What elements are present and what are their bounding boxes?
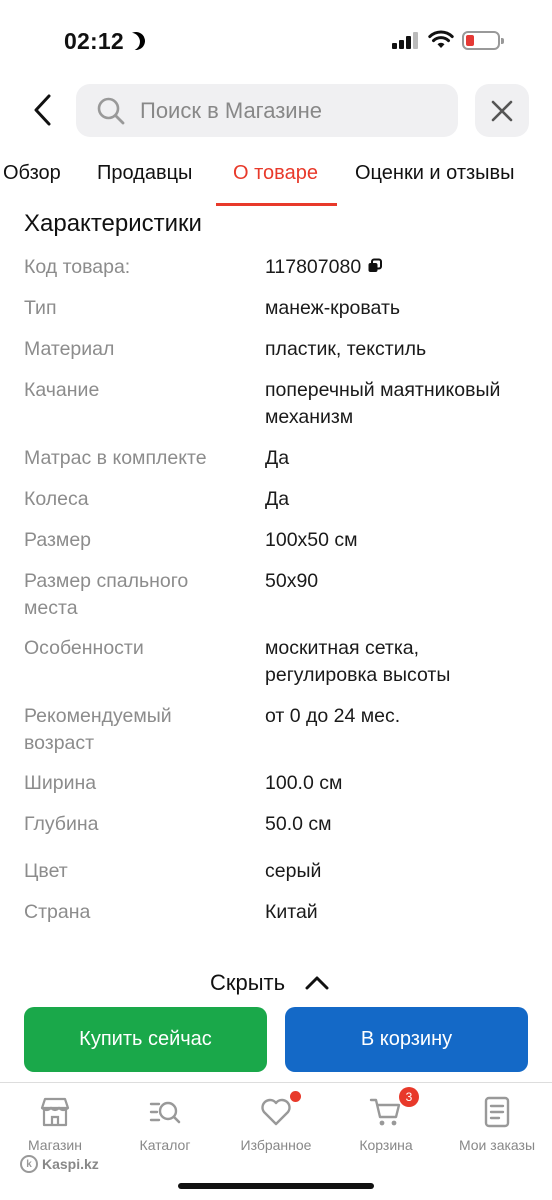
moon-icon: [124, 29, 147, 52]
nav-label: Каталог: [139, 1137, 191, 1153]
hide-label: Скрыть: [210, 970, 286, 995]
nav-store[interactable]: Магазин: [0, 1095, 110, 1153]
catalog-search-icon: [149, 1101, 181, 1124]
kaspi-logo-icon: k: [20, 1155, 38, 1173]
cellular-signal-icon: [392, 32, 418, 49]
spec-value: 50x90: [265, 570, 319, 592]
spec-label: Матрас в комплекте: [24, 447, 207, 469]
nav-label: Корзина: [359, 1137, 413, 1153]
section-title: Характеристики: [24, 210, 202, 237]
spec-value: от 0 до 24 мес.: [265, 705, 401, 727]
spec-value: пластик, текстиль: [265, 338, 427, 360]
spec-label: Цвет: [24, 860, 68, 882]
tab-bar: Обзор Продавцы О товаре Оценки и отзывы: [0, 150, 552, 206]
nav-label: Магазин: [27, 1137, 82, 1153]
hide-specs-toggle[interactable]: Скрыть: [210, 970, 329, 996]
spec-label: Рекомендуемый возраст: [24, 705, 172, 754]
cart-icon: [369, 1098, 401, 1126]
spec-label: Особенности: [24, 637, 144, 659]
active-tab-indicator: [216, 203, 337, 206]
close-button[interactable]: [475, 84, 529, 137]
close-icon: [491, 100, 513, 121]
spec-value: манеж-кровать: [265, 297, 401, 319]
spec-value: поперечный маятниковый механизм: [265, 379, 501, 428]
spec-value: серый: [265, 860, 322, 882]
tab-overview[interactable]: Обзор: [3, 162, 61, 185]
nav-label: Мои заказы: [458, 1137, 536, 1153]
heart-icon-wrap: [259, 1091, 301, 1129]
spec-value: 117807080: [265, 254, 535, 281]
spec-value: Да: [265, 488, 290, 510]
add-to-cart-button[interactable]: В корзину: [285, 1007, 528, 1072]
home-indicator[interactable]: [178, 1183, 374, 1189]
heart-icon: [261, 1098, 291, 1126]
product-code: 117807080: [265, 256, 362, 278]
spec-label: Тип: [24, 297, 57, 319]
battery-icon: [462, 31, 504, 50]
tab-about-product[interactable]: О товаре: [233, 162, 318, 185]
spec-label: Размер спального места: [24, 570, 189, 619]
spec-label: Размер: [24, 529, 92, 551]
spec-label: Страна: [24, 901, 91, 923]
spec-value: Китай: [265, 901, 318, 923]
brand-name: Kaspi.kz: [42, 1156, 99, 1172]
spec-label: Материал: [24, 338, 115, 360]
status-bar: 02:12: [0, 0, 552, 80]
chevron-up-icon: [305, 976, 329, 990]
tab-reviews[interactable]: Оценки и отзывы: [355, 162, 515, 185]
search-bar[interactable]: [76, 84, 458, 137]
search-icon: [97, 97, 125, 124]
nav-label: Избранное: [240, 1137, 312, 1153]
orders-icon: [484, 1096, 510, 1128]
nav-catalog[interactable]: Каталог: [110, 1095, 220, 1153]
chevron-left-icon: [34, 94, 51, 126]
status-time: 02:12: [64, 28, 124, 54]
nav-orders[interactable]: Мои заказы: [442, 1095, 552, 1153]
cart-badge: 3: [399, 1087, 419, 1107]
wifi-icon: [428, 30, 454, 48]
spec-value: Да: [265, 447, 290, 469]
brand-watermark: k Kaspi.kz: [20, 1155, 99, 1173]
favorites-badge: [290, 1091, 301, 1102]
cart-icon-wrap: 3: [369, 1087, 419, 1129]
spec-value: 100x50 см: [265, 529, 358, 551]
tab-sellers[interactable]: Продавцы: [97, 162, 192, 185]
nav-cart[interactable]: 3 Корзина: [331, 1087, 441, 1153]
spec-label: Ширина: [24, 772, 97, 794]
copy-icon[interactable]: [367, 258, 383, 274]
spec-value: 100.0 см: [265, 772, 343, 794]
nav-favorites[interactable]: Избранное: [221, 1091, 331, 1153]
spec-label: Код товара:: [24, 256, 131, 278]
spec-value: 50.0 см: [265, 813, 332, 835]
spec-label: Глубина: [24, 813, 99, 835]
buy-now-button[interactable]: Купить сейчас: [24, 1007, 267, 1072]
spec-value: москитная сетка, регулировка высоты: [265, 637, 451, 686]
spec-label: Колеса: [24, 488, 89, 510]
search-input[interactable]: [140, 97, 440, 124]
spec-label: Качание: [24, 379, 100, 401]
store-icon: [40, 1097, 70, 1127]
back-button[interactable]: [22, 88, 62, 132]
